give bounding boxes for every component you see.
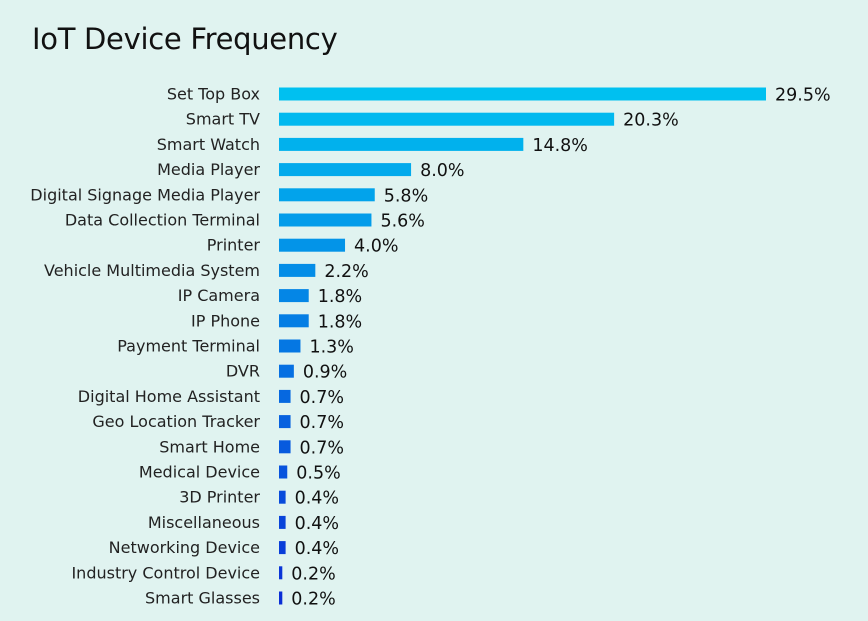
value-label: 5.6% [380,212,424,232]
category-label: Smart TV [186,110,260,129]
value-label: 8.0% [420,161,464,181]
category-label: Digital Home Assistant [78,387,260,406]
value-label: 0.5% [296,464,340,484]
bar [279,213,372,227]
value-label: 1.8% [318,312,362,332]
bar [279,364,294,378]
bar [279,566,283,580]
category-label: Medical Device [139,463,260,482]
bar-chart: Set Top Box 29.5% Smart TV 20.3% Smart Watch… [30,85,831,610]
bar [279,188,375,202]
category-label: Set Top Box [167,85,260,104]
bar [279,415,291,429]
bar [279,314,309,328]
bar [279,389,291,403]
category-label: Printer [207,236,261,255]
category-label: 3D Printer [179,488,260,507]
value-label: 4.0% [354,237,398,257]
bar [279,515,286,529]
bar [279,289,309,303]
value-label: 0.4% [295,489,339,509]
category-label: Networking Device [109,538,260,557]
bar [279,263,316,277]
value-label: 0.2% [291,590,335,610]
value-label: 29.5% [775,86,831,106]
category-label: Smart Watch [157,135,260,154]
value-label: 20.3% [623,111,679,131]
category-label: Data Collection Terminal [65,211,260,230]
category-label: Media Player [157,160,260,179]
value-label: 0.9% [303,363,347,383]
category-label: Industry Control Device [71,563,260,582]
category-label: Smart Home [159,437,260,456]
category-label: Digital Signage Media Player [30,185,260,204]
category-label: IP Phone [191,311,260,330]
bar [279,490,286,504]
bar [279,87,766,101]
category-label: Miscellaneous [148,513,260,532]
value-label: 1.8% [318,287,362,307]
bar [279,137,524,151]
category-label: DVR [226,362,260,381]
bar [279,339,301,353]
category-label: Vehicle Multimedia System [44,261,260,280]
bar [279,163,412,177]
bar [279,465,288,479]
value-label: 0.7% [300,388,344,408]
value-label: 14.8% [532,136,588,156]
value-label: 1.3% [309,338,353,358]
value-label: 2.2% [324,262,368,282]
value-label: 0.4% [295,539,339,559]
value-label: 5.8% [384,186,428,206]
bar [279,238,346,252]
category-label: Payment Terminal [117,337,260,356]
value-label: 0.7% [300,413,344,433]
category-label: Geo Location Tracker [92,412,260,431]
bar [279,541,286,555]
category-label: IP Camera [178,286,260,305]
bar [279,440,291,454]
bar [279,591,283,605]
category-label: Smart Glasses [145,589,260,608]
value-label: 0.2% [291,564,335,584]
value-label: 0.7% [300,438,344,458]
value-label: 0.4% [295,514,339,534]
bar [279,112,615,126]
